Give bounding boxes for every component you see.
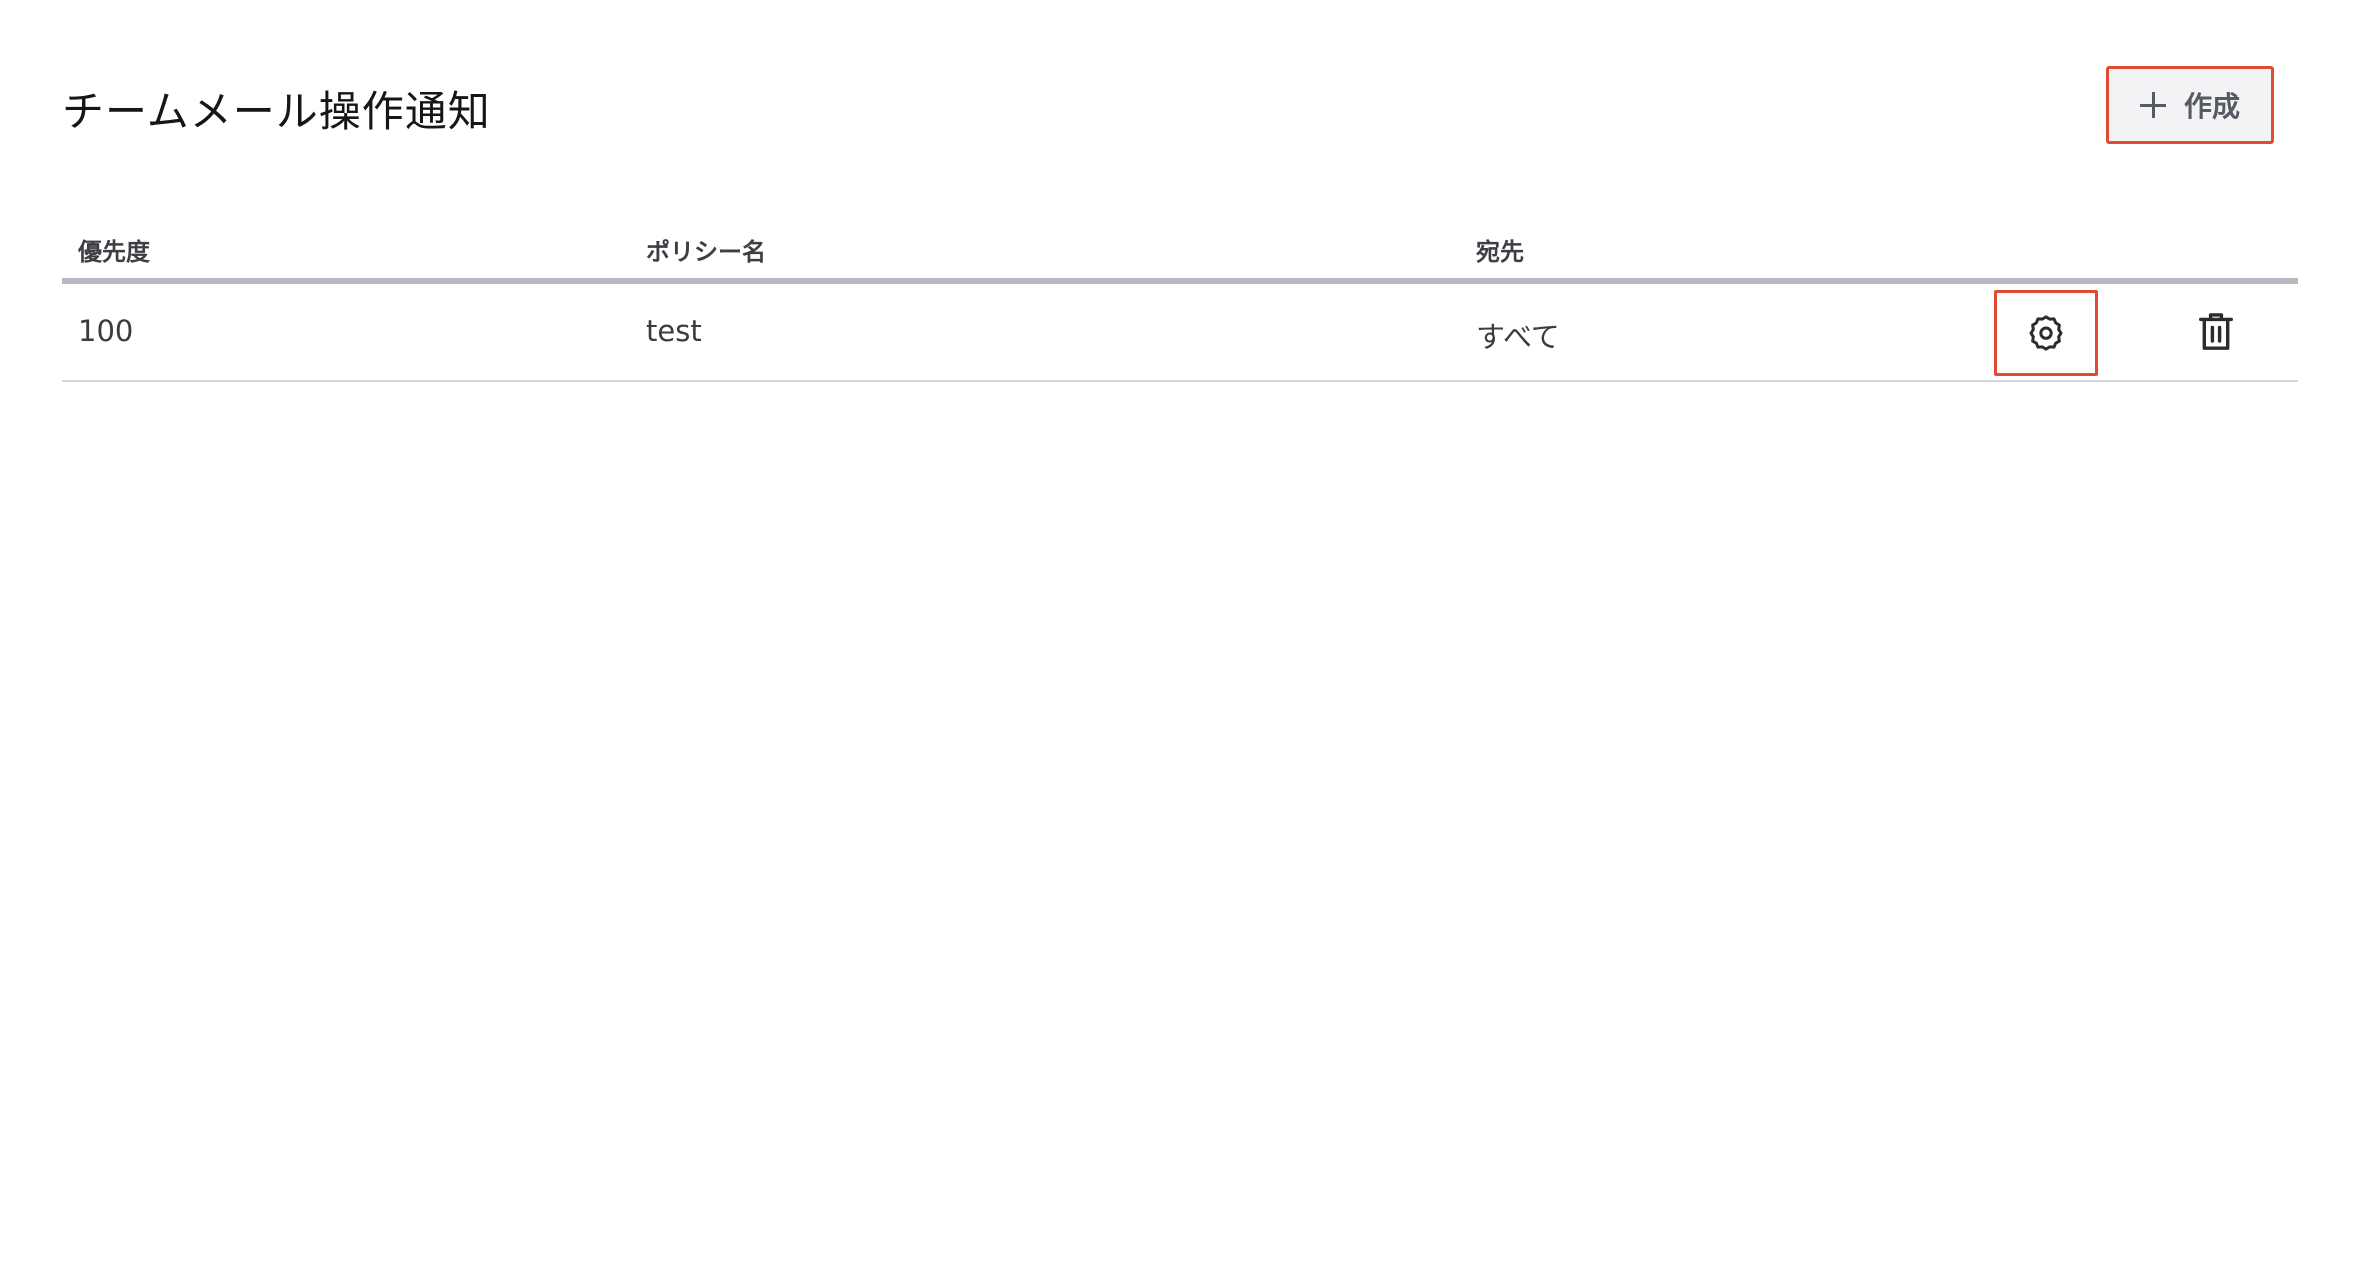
settings-button[interactable] bbox=[1994, 290, 2098, 376]
page-title: チームメール操作通知 bbox=[62, 87, 491, 136]
create-button-label: 作成 bbox=[2183, 90, 2240, 123]
plus-icon bbox=[2139, 92, 2166, 118]
table-row[interactable]: 100 test すべて bbox=[62, 284, 2298, 382]
column-header-policy-name[interactable]: ポリシー名 bbox=[646, 232, 766, 267]
create-button[interactable]: 作成 bbox=[2106, 66, 2274, 144]
cell-destination: すべて bbox=[1476, 320, 1560, 354]
gear-icon bbox=[2026, 313, 2066, 353]
cell-priority: 100 bbox=[78, 314, 134, 348]
team-mail-notification-page: チームメール操作通知 作成 優先度 ポリシー名 宛先 100 test すべて bbox=[0, 0, 2356, 1284]
column-header-destination[interactable]: 宛先 bbox=[1476, 232, 1524, 267]
policy-table: 優先度 ポリシー名 宛先 100 test すべて bbox=[62, 220, 2298, 382]
column-header-priority[interactable]: 優先度 bbox=[78, 232, 150, 267]
cell-policy-name: test bbox=[646, 314, 702, 348]
delete-button[interactable] bbox=[2186, 302, 2246, 362]
trash-icon bbox=[2198, 312, 2234, 352]
table-header: 優先度 ポリシー名 宛先 bbox=[62, 220, 2298, 284]
